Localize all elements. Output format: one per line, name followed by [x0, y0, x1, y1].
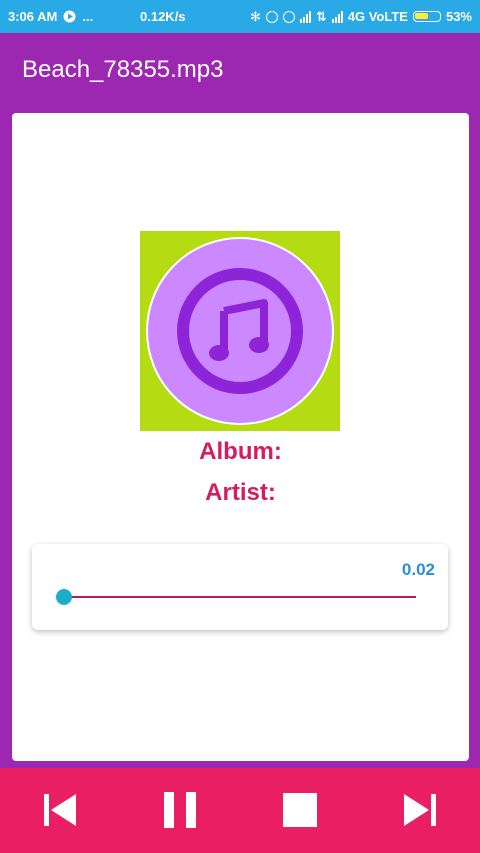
player-card: Album: Artist: 0.02 — [12, 113, 469, 761]
status-time: 3:06 AM — [8, 9, 58, 24]
next-button[interactable] — [402, 792, 438, 828]
status-net-speed: 0.12K/s — [140, 9, 186, 24]
seek-thumb[interactable] — [56, 589, 72, 605]
pause-icon — [164, 792, 196, 828]
seek-bar[interactable] — [56, 589, 416, 605]
alarm-icon — [282, 10, 295, 23]
battery-icon — [412, 11, 441, 22]
signal-icon — [299, 10, 311, 23]
playback-controls — [0, 768, 480, 853]
status-bar: 3:06 AM ... 0.12K/s ✻ ⇅ 4G VoLTE 53% — [0, 0, 480, 33]
stop-button[interactable] — [282, 792, 318, 828]
seek-value: 0.02 — [401, 560, 435, 579]
play-notification-icon — [63, 10, 76, 23]
previous-button[interactable] — [42, 792, 78, 828]
skip-next-icon — [404, 794, 436, 826]
album-art — [140, 231, 340, 431]
album-label: Album: — [199, 438, 282, 465]
status-network: 4G VoLTE — [347, 9, 408, 24]
stop-icon — [283, 793, 317, 827]
artist-label: Artist: — [205, 479, 276, 506]
seek-panel: 0.02 — [32, 544, 448, 630]
data-transfer-icon: ⇅ — [315, 8, 327, 24]
vibrate-icon — [265, 10, 278, 23]
signal-strength-icon — [331, 10, 343, 23]
toolbar: Beach_78355.mp3 — [0, 33, 480, 107]
music-note-icon — [146, 237, 334, 425]
skip-previous-icon — [44, 794, 76, 826]
toolbar-title: Beach_78355.mp3 — [22, 56, 224, 83]
bluetooth-icon: ✻ — [249, 8, 261, 24]
status-battery: 53% — [445, 9, 472, 24]
pause-button[interactable] — [162, 792, 198, 828]
status-overflow: ... — [82, 9, 94, 24]
